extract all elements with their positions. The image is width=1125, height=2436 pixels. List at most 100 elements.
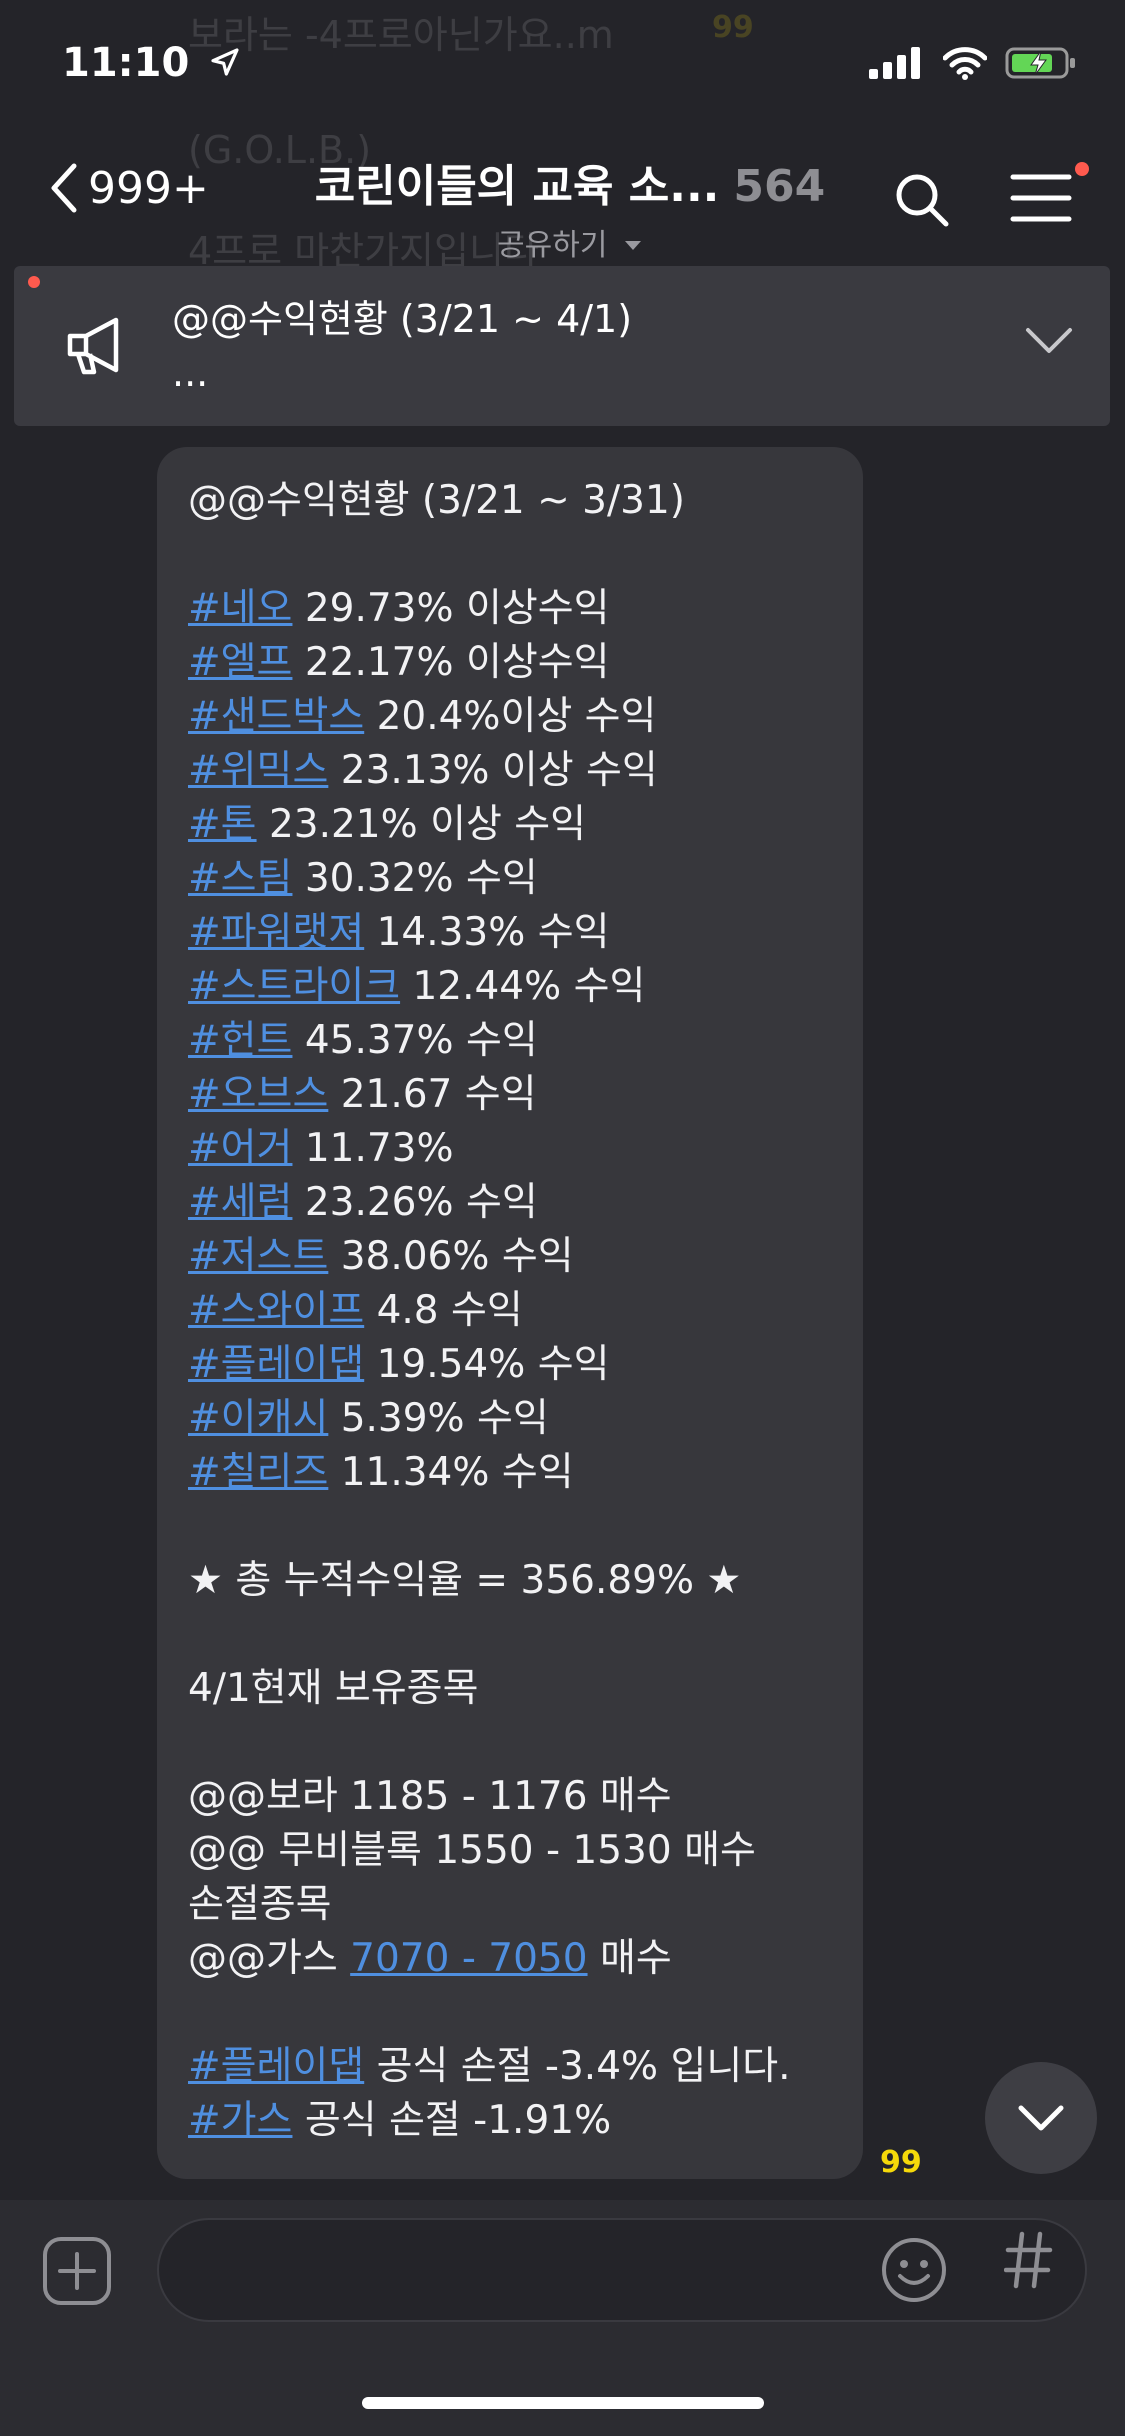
back-button[interactable]: 999+ xyxy=(46,160,209,216)
message-input-bar xyxy=(0,2200,1125,2436)
status-time-text: 11:10 xyxy=(62,40,190,86)
hashtag-link[interactable]: #어거 xyxy=(188,1126,292,1171)
stoploss-notice-text: 공식 손절 -1.91% xyxy=(292,2098,612,2143)
unread-count: 999+ xyxy=(88,162,209,214)
signal-icon xyxy=(869,47,920,79)
list-item-text: 30.32% 수익 xyxy=(292,856,538,901)
share-label: 공유하기 xyxy=(497,228,608,263)
home-indicator xyxy=(362,2397,764,2409)
gas-line: @@가스 7070 - 7050 매수 xyxy=(188,1932,868,1986)
room-title-area[interactable]: 코린이들의 교육 소... 564 공유하기 xyxy=(310,150,830,264)
ghost-previous-message: 보라는 -4프로아닌가요..m xyxy=(188,13,614,57)
emoji-icon xyxy=(882,2238,946,2302)
list-item: #헌트 45.37% 수익 xyxy=(188,1014,868,1068)
gas-prefix: @@가스 xyxy=(188,1936,351,1981)
hashtag-link[interactable]: #세럼 xyxy=(188,1180,292,1225)
hashtag-link[interactable]: #헌트 xyxy=(188,1018,292,1063)
hashtag-link[interactable]: #스팀 xyxy=(188,856,292,901)
notice-bar[interactable]: @@수익현황 (3/21 ~ 4/1) ... xyxy=(14,266,1110,426)
hashtag-link[interactable]: #스와이프 xyxy=(188,1288,364,1333)
search-button[interactable] xyxy=(892,170,952,234)
hashtag-link[interactable]: #칠리즈 xyxy=(188,1450,328,1495)
list-item-text: 22.17% 이상수익 xyxy=(292,640,610,685)
list-item: #스트라이크 12.44% 수익 xyxy=(188,960,868,1014)
total-return: ★ 총 누적수익율 = 356.89% ★ xyxy=(188,1558,742,1603)
ghost-read-count: 99 xyxy=(712,10,754,45)
battery-charging-icon xyxy=(1005,47,1075,79)
list-item-text: 45.37% 수익 xyxy=(292,1018,538,1063)
hamburger-menu-icon xyxy=(1010,174,1072,222)
notice-title: @@수익현황 (3/21 ~ 4/1) xyxy=(172,297,633,341)
list-item-text: 38.06% 수익 xyxy=(328,1234,574,1279)
holding-item: @@보라 1185 - 1176 매수 xyxy=(188,1774,672,1819)
menu-notification-dot xyxy=(1075,162,1089,176)
hashtag-link[interactable]: #네오 xyxy=(188,586,292,631)
holding-item: @@ 무비블록 1550 - 1530 매수 xyxy=(188,1828,756,1873)
status-icons xyxy=(869,46,1077,80)
list-item: #네오 29.73% 이상수익 xyxy=(188,582,868,636)
menu-button[interactable] xyxy=(1010,172,1072,228)
gas-suffix: 매수 xyxy=(587,1936,672,1981)
list-item-text: 12.44% 수익 xyxy=(400,964,646,1009)
list-item-text: 5.39% 수익 xyxy=(328,1396,549,1441)
hashtag-link[interactable]: #플레이댑 xyxy=(188,1342,364,1387)
list-item: #저스트 38.06% 수익 xyxy=(188,1230,868,1284)
hashtag-link[interactable]: #플레이댑 xyxy=(188,2044,364,2089)
share-dropdown[interactable]: 공유하기 xyxy=(310,220,830,264)
hashtag-link[interactable]: #가스 xyxy=(188,2098,292,2143)
chat-header: 999+ 코린이들의 교육 소... 564 공유하기 xyxy=(0,140,1125,263)
stoploss-title: 손절종목 xyxy=(188,1882,332,1927)
list-item: #스팀 30.32% 수익 xyxy=(188,852,868,906)
hashtag-icon xyxy=(1003,2231,1053,2289)
hashtag-link[interactable]: #톤 xyxy=(188,802,257,847)
notice-more: ... xyxy=(172,351,209,395)
emoji-button[interactable] xyxy=(880,2236,948,2308)
list-item: #엘프 22.17% 이상수익 xyxy=(188,636,868,690)
scroll-to-bottom-button[interactable] xyxy=(985,2062,1097,2174)
hashtag-link[interactable]: #위믹스 xyxy=(188,748,328,793)
unread-member-count: 99 xyxy=(880,2145,922,2180)
member-count: 564 xyxy=(733,161,826,212)
list-item-text: 23.13% 이상 수익 xyxy=(328,748,658,793)
list-item-text: 23.21% 이상 수익 xyxy=(256,802,586,847)
attach-button[interactable] xyxy=(42,2236,112,2310)
list-item-text: 11.73% xyxy=(292,1126,454,1171)
phone-number-link[interactable]: 7070 - 7050 xyxy=(350,1936,587,1981)
list-item: #오브스 21.67 수익 xyxy=(188,1068,868,1122)
list-item-text: 11.34% 수익 xyxy=(328,1450,574,1495)
list-item: #파워랫져 14.33% 수익 xyxy=(188,906,868,960)
list-item-text: 21.67 수익 xyxy=(328,1072,537,1117)
hashtag-link[interactable]: #오브스 xyxy=(188,1072,328,1117)
notice-new-dot xyxy=(28,276,40,288)
hashtag-link[interactable]: #엘프 xyxy=(188,640,292,685)
list-item: #위믹스 23.13% 이상 수익 xyxy=(188,744,868,798)
hashtag-link[interactable]: #이캐시 xyxy=(188,1396,328,1441)
notice-expand-button[interactable] xyxy=(1024,326,1074,360)
hashtag-link[interactable]: #저스트 xyxy=(188,1234,328,1279)
list-item: #이캐시 5.39% 수익 xyxy=(188,1392,868,1446)
stoploss-notice: #플레이댑 공식 손절 -3.4% 입니다. xyxy=(188,2040,868,2094)
message-header: @@수익현황 (3/21 ~ 3/31) xyxy=(188,478,685,523)
hashtag-link[interactable]: #샌드박스 xyxy=(188,694,364,739)
caret-down-icon xyxy=(624,241,641,250)
megaphone-icon xyxy=(64,314,134,384)
list-item: #스와이프 4.8 수익 xyxy=(188,1284,868,1338)
list-item: #칠리즈 11.34% 수익 xyxy=(188,1446,868,1500)
plus-icon xyxy=(43,2237,111,2305)
hashtag-link[interactable]: #스트라이크 xyxy=(188,964,400,1009)
list-item-text: 23.26% 수익 xyxy=(292,1180,538,1225)
list-item: #샌드박스 20.4%이상 수익 xyxy=(188,690,868,744)
message-text: @@수익현황 (3/21 ~ 3/31) #네오 29.73% 이상수익 #엘프… xyxy=(188,474,868,2148)
list-item: #어거 11.73% xyxy=(188,1122,868,1176)
notice-text: @@수익현황 (3/21 ~ 4/1) ... xyxy=(172,292,632,400)
hashtag-link[interactable]: #파워랫져 xyxy=(188,910,364,955)
list-item-text: 14.33% 수익 xyxy=(364,910,610,955)
holdings-title: 4/1현재 보유종목 xyxy=(188,1666,479,1711)
search-icon xyxy=(896,174,949,227)
hashtag-search-button[interactable] xyxy=(1003,2228,1054,2306)
room-title: 코린이들의 교육 소... xyxy=(314,161,720,212)
